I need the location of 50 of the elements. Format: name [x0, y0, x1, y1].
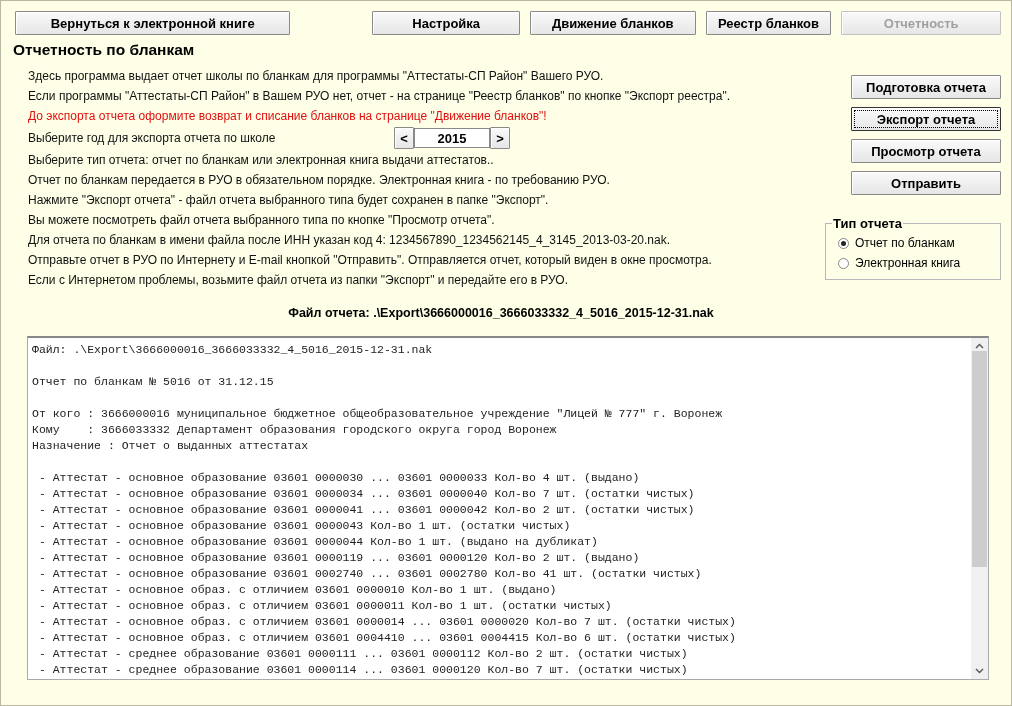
radio-label[interactable]: Электронная книга [855, 253, 961, 273]
report-line: - Аттестат - основное образ. с отличием 03601 0000014 ... 03601 0000020 Кол-во 7 шт. (остатки чистых) [37, 614, 736, 630]
report-line: Файл: .\Export\3666000016_3666033332_4_5016_2015-12-31.nak [32, 342, 433, 358]
group-title: Тип отчета [832, 216, 904, 231]
report-line: - Аттестат - среднее образование 03601 0000111 ... 03601 0000112 Кол-во 2 шт. (остатки чистых) [37, 646, 688, 662]
report-line: - Аттестат - основное образование 03601 0002740 ... 03601 0002780 Кол-во 41 шт. (остатки чистых) [37, 566, 702, 582]
action-button[interactable]: Отправить [851, 171, 1001, 195]
action-button[interactable]: Экспорт отчета [851, 107, 1001, 131]
next-year-button[interactable]: > [490, 127, 510, 149]
instruction-text: Если программы "Аттестаты-СП Район" в Вашем РУО нет, отчет - на странице "Реестр бланков" по кнопке "Экспорт реестра". [28, 88, 730, 105]
nav-button[interactable]: Движение бланков [530, 11, 696, 35]
instruction-text: Вы можете посмотреть файл отчета выбранного типа по кнопке "Просмотр отчета". [28, 212, 495, 229]
instruction-text: Здесь программа выдает отчет школы по бланкам для программы "Аттестаты-СП Район" Вашего РУО. [28, 68, 604, 85]
radio-label[interactable]: Отчет по бланкам [855, 233, 955, 253]
nav-button[interactable]: Настройка [372, 11, 520, 35]
report-line: - Аттестат - основное образование 03601 0000034 ... 03601 0000040 Кол-во 7 шт. (остатки чистых) [37, 486, 695, 502]
report-line: - Аттестат - основное образование 03601 0000041 ... 03601 0000042 Кол-во 2 шт. (остатки чистых) [37, 502, 695, 518]
instruction-text: Нажмите "Экспорт отчета" - файл отчета выбранного типа будет сохранен в папке "Экспорт". [28, 192, 549, 209]
previous-year-button[interactable]: < [394, 127, 414, 149]
year-field[interactable]: 2015 [414, 128, 490, 148]
instruction-text: Отчет по бланкам передается в РУО в обязательном порядке. Электронная книга - по требованию РУО. [28, 172, 610, 189]
report-line: - Аттестат - основное образование 03601 0000043 Кол-во 1 шт. (остатки чистых) [37, 518, 571, 534]
file-path: Файл отчета: .\Export\3666000016_3666033332_4_5016_2015-12-31.nak [288, 306, 714, 320]
instruction-text: Выберите год для экспорта отчета по школе [28, 130, 277, 147]
instruction-text: Отправьте отчет в РУО по Интернету и E-mail кнопкой "Отправить". Отправляется отчет, который виден в окне просмотра. [28, 252, 712, 269]
action-button[interactable]: Подготовка отчета [851, 75, 1001, 99]
report-line: - Аттестат - среднее образование 03601 0000114 ... 03601 0000120 Кол-во 7 шт. (остатки чистых) [37, 662, 688, 678]
radio-button[interactable] [838, 257, 849, 269]
report-line: - Аттестат - основное образование 03601 0000030 ... 03601 0000033 Кол-во 4 шт. (выдано) [37, 470, 640, 486]
instruction-text: Если с Интернетом проблемы, возьмите файл отчета из папки "Экспорт" и передайте его в РУО. [28, 272, 568, 289]
instruction-text: Выберите тип отчета: отчет по бланкам или электронная книга выдачи аттестатов.. [28, 152, 494, 169]
instruction-text: Для отчета по бланкам в имени файла после ИНН указан код 4: 1234567890_1234562145_4_3145_2013-03-20.nak. [28, 232, 670, 249]
scroll-up-icon[interactable] [975, 343, 984, 349]
report-line: - Аттестат - основное образование 03601 0000119 ... 03601 0000120 Кол-во 2 шт. (выдано) [37, 550, 640, 566]
nav-button[interactable]: Вернуться к электронной книге [15, 11, 291, 35]
warning-text: До экспорта отчета оформите возврат и списание бланков на странице "Движение бланков"! [28, 108, 547, 125]
report-line: - Аттестат - основное образ. с отличием 03601 0000011 Кол-во 1 шт. (остатки чистых) [37, 598, 612, 614]
scroll-down-icon[interactable] [975, 668, 984, 674]
report-line: - Аттестат - основное образ. с отличием 03601 0000010 Кол-во 1 шт. (выдано) [37, 582, 557, 598]
report-line: - Аттестат - основное образование 03601 0000044 Кол-во 1 шт. (выдано на дубликат) [37, 534, 598, 550]
action-button[interactable]: Просмотр отчета [851, 139, 1001, 163]
report-line: От кого : 3666000016 муниципальное бюджетное общеобразовательное учреждение "Лицей № 777" г. Воронеж [32, 406, 723, 422]
report-line: Назначение : Отчет о выданных аттестатах [32, 438, 309, 454]
page-title: Отчетность по бланкам [13, 41, 195, 59]
scrollbar[interactable] [971, 338, 988, 679]
report-line: - Аттестат - основное образ. с отличием 03601 0004410 ... 03601 0004415 Кол-во 6 шт. (остатки чистых) [37, 630, 736, 646]
report-line: Кому : 3666033332 Департамент образования городского округа город Воронеж [32, 422, 557, 438]
nav-button[interactable]: Реестр бланков [705, 11, 832, 35]
radio-button[interactable] [838, 237, 849, 249]
report-line: Отчет по бланкам № 5016 от 31.12.15 [32, 374, 274, 390]
